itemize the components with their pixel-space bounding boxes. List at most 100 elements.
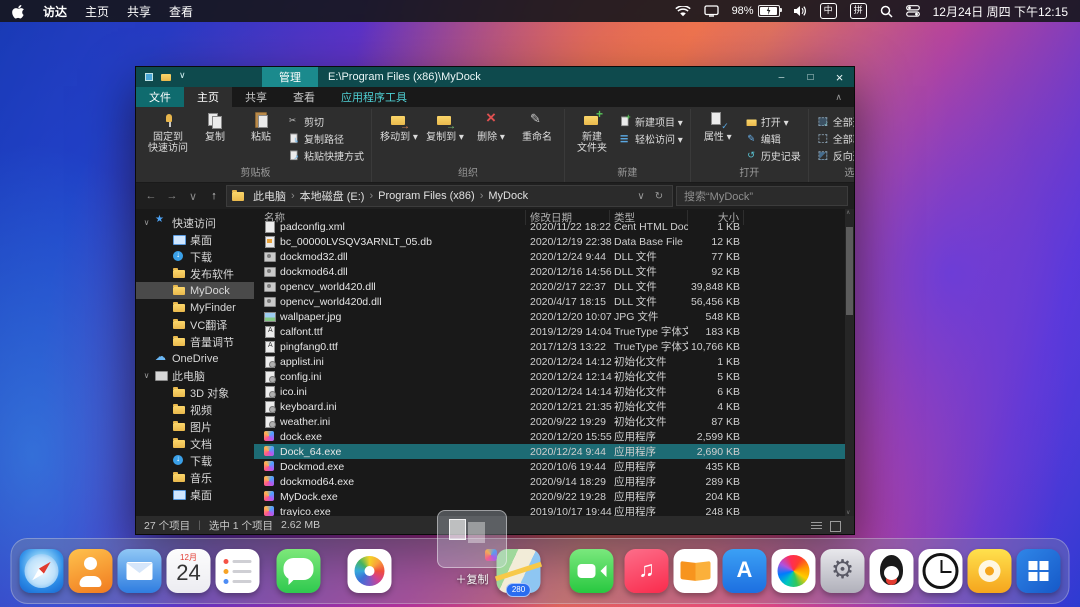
file-row[interactable]: weather.ini 2020/9/22 19:29 初始化文件 87 KB xyxy=(254,414,845,429)
dock-icon-facetime[interactable] xyxy=(569,549,614,593)
sidebar-item-desktop-pinned[interactable]: 桌面 xyxy=(136,231,254,248)
scrollbar-thumb[interactable] xyxy=(846,227,853,315)
apple-menu-icon[interactable] xyxy=(12,4,25,19)
sidebar-item-quick-access[interactable]: ∨快速访问 xyxy=(136,214,254,231)
paste-shortcut-button[interactable]: 粘贴快捷方式 xyxy=(285,147,366,163)
contextual-tab-manage[interactable]: 管理 xyxy=(262,67,318,87)
easy-access-button[interactable]: 轻松访问 ▾ xyxy=(616,130,685,146)
control-center-icon[interactable] xyxy=(905,5,920,17)
paste-button[interactable]: 粘贴 xyxy=(239,109,283,143)
file-row[interactable]: keyboard.ini 2020/12/21 21:35 初始化文件 4 KB xyxy=(254,399,845,414)
file-row[interactable]: opencv_world420d.dll 2020/4/17 18:15 DLL 文… xyxy=(254,294,845,309)
move-to-button[interactable]: 移动到 ▾ xyxy=(377,109,421,143)
qat-properties-icon[interactable] xyxy=(144,72,154,82)
history-button[interactable]: 历史记录 xyxy=(742,147,803,163)
delete-button[interactable]: 删除 ▾ xyxy=(469,108,513,143)
file-row[interactable]: padconfig.xml 2020/11/22 18:22 Cent HTML D… xyxy=(254,219,845,234)
file-row[interactable]: dockmod64.dll 2020/12/16 14:56 DLL 文件 92 KB xyxy=(254,264,845,279)
sidebar-item-documents[interactable]: 文档 xyxy=(136,435,254,452)
copy-path-button[interactable]: 复制路径 xyxy=(285,130,366,146)
menubar-datetime[interactable]: 12月24日 周四 下午12:15 xyxy=(933,3,1068,20)
rename-button[interactable]: 重命名 xyxy=(515,109,559,143)
breadcrumb-segment-0[interactable]: 此电脑 xyxy=(249,188,290,204)
sidebar-item-downloads[interactable]: 下载 xyxy=(136,452,254,469)
search-box[interactable]: 搜索“MyDock” xyxy=(676,186,848,206)
vertical-scrollbar[interactable] xyxy=(845,209,854,516)
sidebar-item-onedrive[interactable]: OneDrive xyxy=(136,350,254,367)
ribbon-tab-share[interactable]: 共享 xyxy=(232,87,280,107)
pin-quick-access-button[interactable]: 固定到 快速访问 xyxy=(145,109,191,154)
qat-new-folder-icon[interactable] xyxy=(161,72,171,82)
sidebar-item-music[interactable]: 音乐 xyxy=(136,469,254,486)
forward-icon[interactable]: → xyxy=(163,190,181,202)
breadcrumb-segment-3[interactable]: MyDock xyxy=(484,190,532,202)
dock-icon-yellow-app[interactable] xyxy=(967,549,1012,593)
close-button[interactable] xyxy=(825,67,854,87)
sidebar-item-release-software[interactable]: 发布软件 xyxy=(136,265,254,282)
address-dropdown-icon[interactable]: ∨ xyxy=(633,191,649,202)
copy-to-button[interactable]: 复制到 ▾ xyxy=(423,109,467,143)
maximize-button[interactable] xyxy=(796,67,825,87)
ribbon-tab-home[interactable]: 主页 xyxy=(184,87,232,107)
invert-selection-button[interactable]: 反向选择 xyxy=(814,147,854,163)
sidebar-item-objects-3d[interactable]: 3D 对象 xyxy=(136,384,254,401)
dock-icon-music[interactable] xyxy=(624,549,669,593)
dock-icon-calendar[interactable]: 12月 24 xyxy=(166,549,211,593)
dock-icon-settings[interactable] xyxy=(820,549,865,593)
file-row[interactable]: calfont.ttf2019/12/29 14:04TrueType 字体文件… xyxy=(254,324,845,339)
file-row[interactable]: dockmod64.exe 2020/9/14 18:29 应用程序 289 KB xyxy=(254,474,845,489)
dock-icon-clock[interactable] xyxy=(918,549,963,593)
up-icon[interactable]: ↑ xyxy=(205,190,223,202)
sidebar-item-volume-adjust[interactable]: 音量调节 xyxy=(136,333,254,350)
new-folder-button[interactable]: 新建文件夹 xyxy=(570,107,614,154)
dock-icon-photos[interactable] xyxy=(347,549,392,593)
qat-customize-icon[interactable] xyxy=(178,70,188,82)
file-row[interactable]: wallpaper.jpg 2020/12/20 10:07 JPG 文件 548 K… xyxy=(254,309,845,324)
chevron-down-icon[interactable]: ∨ xyxy=(142,218,151,227)
ribbon-collapse-icon[interactable] xyxy=(823,87,854,107)
dock-icon-windows[interactable] xyxy=(1016,549,1061,593)
sidebar-item-pictures[interactable]: 图片 xyxy=(136,418,254,435)
file-row[interactable]: applist.ini 2020/12/24 14:12 初始化文件 1 KB xyxy=(254,354,845,369)
ime-pinyin-icon[interactable]: 拼 xyxy=(849,3,867,19)
properties-button[interactable]: 属性 ▾ xyxy=(696,109,740,143)
sidebar-item-vc-translate[interactable]: VC翻译 xyxy=(136,316,254,333)
ribbon-tab-file[interactable]: 文件 xyxy=(136,87,184,107)
menubar-menu-3[interactable]: 查看 xyxy=(169,3,193,20)
sidebar-item-videos[interactable]: 视频 xyxy=(136,401,254,418)
dock-icon-orange-app[interactable] xyxy=(68,549,113,593)
select-all-button[interactable]: 全部选择 xyxy=(814,113,854,129)
sidebar-item-mydock[interactable]: MyDock xyxy=(136,282,254,299)
details-view-icon[interactable] xyxy=(810,520,823,531)
file-row[interactable]: config.ini 2020/12/24 12:14 初始化文件 5 KB xyxy=(254,369,845,384)
sidebar-item-downloads-pinned[interactable]: 下载 xyxy=(136,248,254,265)
battery-indicator[interactable]: 98% xyxy=(732,5,782,17)
dock-icon-app-store[interactable] xyxy=(722,549,767,593)
file-row[interactable]: ico.ini 2020/12/24 14:14 初始化文件 6 KB xyxy=(254,384,845,399)
dock-icon-qq[interactable] xyxy=(869,549,914,593)
menubar-menu-app[interactable]: 访达 xyxy=(43,3,67,20)
breadcrumb-segment-2[interactable]: Program Files (x86) xyxy=(374,190,479,202)
file-row[interactable]: dockmod32.dll 2020/12/24 9:44 DLL 文件 77 KB xyxy=(254,249,845,264)
breadcrumb-segment-1[interactable]: 本地磁盘 (E:) xyxy=(296,188,369,204)
address-field[interactable]: 此电脑 › 本地磁盘 (E:) › Program Files (x86) › MyDock… xyxy=(226,185,673,207)
new-item-button[interactable]: 新建项目 ▾ xyxy=(616,113,685,129)
open-button[interactable]: 打开 ▾ xyxy=(742,113,803,129)
copy-button[interactable]: 复制 xyxy=(193,109,237,143)
refresh-icon[interactable]: ↻ xyxy=(651,191,667,202)
edit-button[interactable]: 编辑 xyxy=(742,130,803,146)
chevron-down-icon[interactable]: ∨ xyxy=(142,371,151,380)
dock-icon-reminders[interactable] xyxy=(215,549,260,593)
sidebar-item-myfinder[interactable]: MyFinder xyxy=(136,299,254,316)
file-row[interactable]: trayico.exe 2019/10/17 19:44 应用程序 248 KB xyxy=(254,504,845,516)
select-none-button[interactable]: 全部取消选择 xyxy=(814,130,854,146)
dock-icon-colorful-sphere[interactable] xyxy=(771,549,816,593)
menubar-menu-2[interactable]: 共享 xyxy=(127,3,151,20)
recent-locations-icon[interactable]: ∨ xyxy=(184,190,202,203)
dock-icon-safari[interactable] xyxy=(19,549,64,593)
menubar-menu-1[interactable]: 主页 xyxy=(85,3,109,20)
sidebar-item-desktop[interactable]: 桌面 xyxy=(136,486,254,503)
file-row[interactable]: Dock_64.exe 2020/12/24 9:44 应用程序 2,690 KB xyxy=(254,444,845,459)
back-icon[interactable]: ← xyxy=(142,190,160,202)
wifi-icon[interactable] xyxy=(674,5,691,17)
